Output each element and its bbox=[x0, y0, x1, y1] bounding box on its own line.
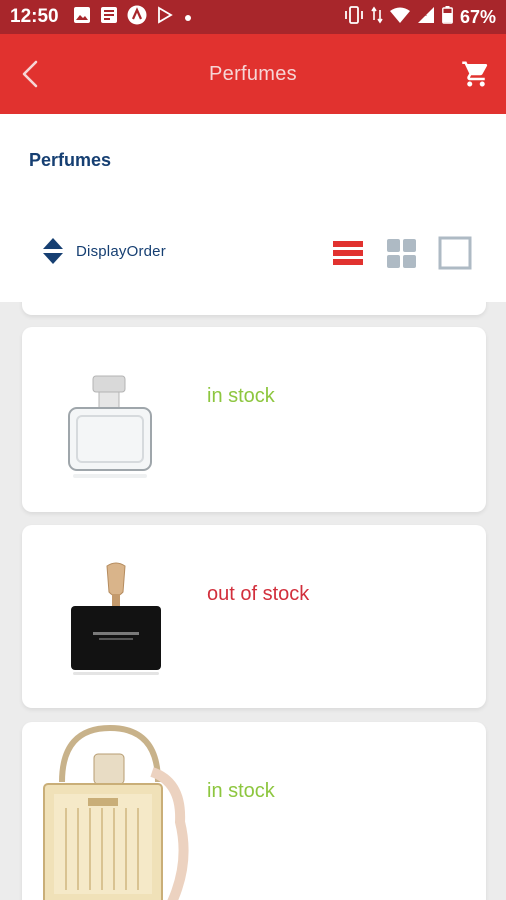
battery-percent: 67% bbox=[459, 6, 496, 27]
status-bar: 12:50 R 67% bbox=[0, 0, 506, 34]
list-view-button[interactable] bbox=[331, 236, 365, 270]
sort-label: DisplayOrder bbox=[76, 242, 166, 260]
battery-icon bbox=[442, 5, 453, 29]
status-time: 12:50 bbox=[10, 6, 59, 27]
notification-icons bbox=[73, 5, 193, 30]
single-view-icon bbox=[438, 236, 472, 270]
image-icon bbox=[73, 6, 91, 29]
play-store-icon bbox=[156, 5, 174, 29]
grid-view-button[interactable] bbox=[384, 236, 418, 270]
stock-status: out of stock bbox=[207, 583, 310, 605]
product-card-previous[interactable] bbox=[22, 302, 486, 315]
single-view-button[interactable] bbox=[438, 236, 472, 270]
product-card[interactable]: out of stock bbox=[22, 525, 486, 708]
back-button[interactable] bbox=[10, 54, 50, 94]
dot-icon bbox=[183, 7, 193, 28]
sort-icon bbox=[43, 238, 63, 264]
sort-dropdown[interactable]: DisplayOrder bbox=[42, 236, 166, 266]
cart-icon bbox=[462, 61, 488, 87]
svg-text:R: R bbox=[422, 10, 427, 18]
stock-status: in stock bbox=[207, 385, 275, 407]
signal-icon: R bbox=[417, 6, 435, 29]
product-image[interactable] bbox=[32, 337, 200, 505]
perfume-clear-bottle-icon bbox=[68, 375, 152, 478]
system-icons: R 67% bbox=[344, 5, 496, 29]
list-view-icon bbox=[333, 241, 363, 265]
perfume-gold-bottle-icon bbox=[43, 724, 189, 900]
product-image[interactable] bbox=[32, 535, 200, 703]
category-header: Perfumes DisplayOrder bbox=[0, 114, 506, 302]
app-bar: Perfumes bbox=[0, 34, 506, 114]
product-list[interactable]: in stock out of stock in stock bbox=[0, 302, 506, 900]
product-image[interactable] bbox=[32, 722, 200, 900]
vibrate-icon bbox=[344, 5, 364, 29]
news-icon bbox=[100, 6, 118, 29]
data-icon bbox=[371, 6, 383, 29]
stock-status: in stock bbox=[207, 780, 275, 802]
wifi-icon bbox=[389, 7, 410, 28]
product-card[interactable]: in stock bbox=[22, 722, 486, 900]
page-title: Perfumes bbox=[209, 62, 297, 85]
cart-button[interactable] bbox=[456, 54, 496, 94]
back-arrow-icon bbox=[22, 60, 38, 88]
category-title: Perfumes bbox=[29, 150, 112, 170]
grid-view-icon bbox=[387, 239, 416, 268]
app-icon bbox=[127, 5, 147, 30]
perfume-black-bottle-icon bbox=[71, 562, 161, 675]
product-card[interactable]: in stock bbox=[22, 327, 486, 512]
